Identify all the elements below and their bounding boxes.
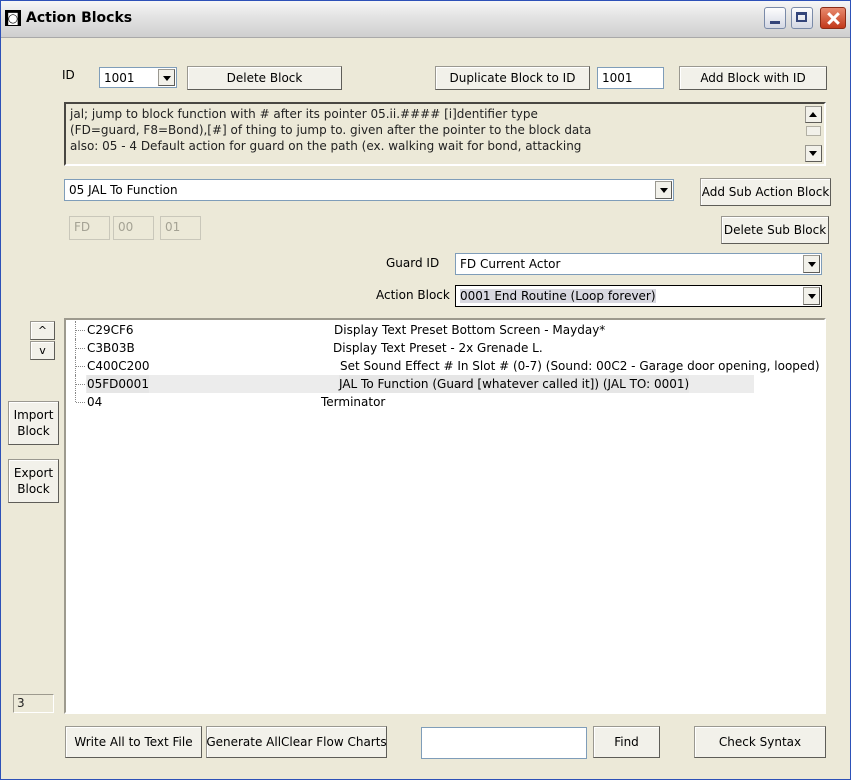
tree-row[interactable]: C400C200 Set Sound Effect # In Slot # (0… bbox=[66, 357, 820, 375]
tree-row-code: 04 bbox=[87, 395, 103, 409]
move-down-button[interactable]: v bbox=[30, 341, 55, 360]
chevron-down-icon[interactable] bbox=[655, 181, 672, 199]
tree-row[interactable]: 04 Terminator bbox=[66, 393, 806, 411]
window-title: Action Blocks bbox=[26, 10, 133, 26]
tree-connector bbox=[75, 375, 86, 393]
maximize-button[interactable] bbox=[791, 7, 813, 29]
action-block-value: 0001 End Routine (Loop forever) bbox=[460, 289, 656, 303]
import-block-button[interactable]: Import Block bbox=[8, 401, 59, 445]
id-label: ID bbox=[62, 68, 75, 82]
move-up-button[interactable]: ^ bbox=[30, 321, 55, 340]
tree-row-desc: Display Text Preset - 2x Grenade L. bbox=[333, 341, 543, 355]
tree-connector bbox=[75, 357, 86, 375]
check-syntax-button[interactable]: Check Syntax bbox=[694, 726, 826, 758]
duplicate-block-button[interactable]: Duplicate Block to ID bbox=[435, 66, 590, 90]
write-all-button[interactable]: Write All to Text File bbox=[65, 726, 202, 758]
tree-row[interactable]: C29CF6 Display Text Preset Bottom Screen… bbox=[66, 321, 806, 339]
delete-sub-block-button[interactable]: Delete Sub Block bbox=[721, 216, 829, 244]
id-combo-value: 1001 bbox=[104, 71, 135, 85]
close-button[interactable] bbox=[820, 7, 846, 29]
delete-block-button[interactable]: Delete Block bbox=[187, 66, 342, 90]
block-count: 3 bbox=[13, 694, 54, 713]
tree-connector bbox=[75, 339, 86, 357]
action-block-label: Action Block bbox=[376, 288, 450, 302]
sub-action-value: 05 JAL To Function bbox=[69, 183, 178, 197]
chevron-down-icon[interactable] bbox=[803, 255, 820, 273]
tree-row-desc: Set Sound Effect # In Slot # (0-7) (Soun… bbox=[340, 359, 820, 373]
param-field-1[interactable]: FD bbox=[69, 216, 110, 240]
find-button[interactable]: Find bbox=[593, 726, 660, 758]
app-icon: ◙ bbox=[5, 10, 21, 26]
description-textarea[interactable]: jal; jump to block function with # after… bbox=[64, 102, 826, 166]
title-bar[interactable]: ◙ Action Blocks bbox=[1, 1, 850, 38]
tree-connector bbox=[75, 321, 86, 339]
param-field-3[interactable]: 01 bbox=[160, 216, 201, 240]
tree-connector bbox=[75, 393, 86, 403]
duplicate-id-input[interactable]: 1001 bbox=[597, 67, 664, 89]
guard-id-combo[interactable]: FD Current Actor bbox=[455, 253, 822, 275]
description-line: (FD=guard, F8=Bond),[#] of thing to jump… bbox=[70, 123, 592, 137]
param-field-2[interactable]: 00 bbox=[113, 216, 154, 240]
description-scrollbar[interactable] bbox=[805, 106, 822, 162]
generate-flow-charts-button[interactable]: Generate AllClear Flow Charts bbox=[206, 726, 387, 758]
export-block-button[interactable]: Export Block bbox=[8, 459, 59, 503]
add-block-button[interactable]: Add Block with ID bbox=[679, 66, 827, 90]
sub-blocks-tree[interactable]: C29CF6 Display Text Preset Bottom Screen… bbox=[64, 318, 826, 714]
minimize-button[interactable] bbox=[764, 7, 786, 29]
tree-row-desc: Terminator bbox=[321, 395, 386, 409]
tree-row-selected[interactable]: 05FD0001 JAL To Function (Guard [whateve… bbox=[66, 375, 806, 393]
id-combo[interactable]: 1001 bbox=[99, 67, 177, 88]
tree-row-desc: Display Text Preset Bottom Screen - Mayd… bbox=[334, 323, 606, 337]
add-sub-action-button[interactable]: Add Sub Action Block bbox=[700, 178, 831, 206]
scroll-up-icon[interactable] bbox=[805, 106, 822, 123]
tree-row-code: C3B03B bbox=[87, 341, 135, 355]
scroll-thumb[interactable] bbox=[806, 126, 821, 136]
description-line: also: 05 - 4 Default action for guard on… bbox=[70, 139, 582, 153]
guard-id-value: FD Current Actor bbox=[460, 257, 561, 271]
find-input[interactable] bbox=[421, 727, 587, 759]
tree-row-code: C400C200 bbox=[87, 359, 150, 373]
tree-row-code: 05FD0001 bbox=[87, 375, 149, 393]
chevron-down-icon[interactable] bbox=[158, 69, 175, 86]
tree-row[interactable]: C3B03B Display Text Preset - 2x Grenade … bbox=[66, 339, 806, 357]
tree-row-code: C29CF6 bbox=[87, 323, 134, 337]
action-block-combo[interactable]: 0001 End Routine (Loop forever) bbox=[455, 285, 822, 307]
description-line: jal; jump to block function with # after… bbox=[70, 107, 538, 121]
chevron-down-icon[interactable] bbox=[803, 287, 820, 305]
scroll-down-icon[interactable] bbox=[805, 145, 822, 162]
tree-row-desc: JAL To Function (Guard [whatever called … bbox=[339, 375, 690, 393]
action-blocks-window: ◙ Action Blocks ID 1001 Delete Block Dup… bbox=[0, 0, 851, 780]
guard-id-label: Guard ID bbox=[386, 256, 440, 270]
sub-action-combo[interactable]: 05 JAL To Function bbox=[64, 179, 674, 201]
